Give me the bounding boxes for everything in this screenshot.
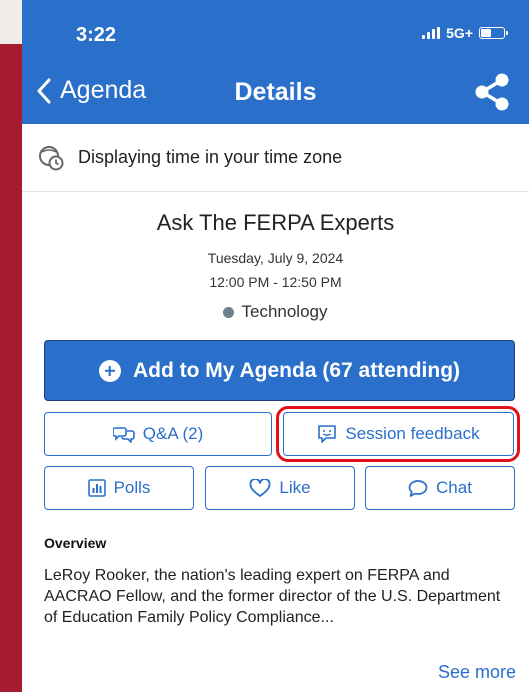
back-label: Agenda xyxy=(60,76,147,104)
chat-label: Chat xyxy=(436,478,472,497)
clock-icon xyxy=(39,145,64,170)
chat-bubbles-icon xyxy=(112,427,135,443)
network-label: 5G+ xyxy=(446,25,473,41)
session-time: 12:00 PM - 12:50 PM xyxy=(209,274,342,290)
chat-bubble-icon xyxy=(408,479,428,497)
overview-heading: Overview xyxy=(44,535,107,551)
back-button[interactable]: Agenda xyxy=(36,76,146,105)
battery-icon xyxy=(479,27,508,39)
track-label: Technology xyxy=(241,302,328,321)
heart-icon xyxy=(250,478,271,497)
signal-icon xyxy=(422,27,441,39)
like-button[interactable]: Like xyxy=(205,466,355,510)
share-icon xyxy=(475,73,509,111)
session-date: Tuesday, July 9, 2024 xyxy=(207,250,344,266)
session-title: Ask The FERPA Experts xyxy=(156,210,395,235)
session-track: Technology xyxy=(22,302,529,322)
chat-button[interactable]: Chat xyxy=(365,466,515,510)
like-label: Like xyxy=(279,478,311,497)
status-time: 3:22 xyxy=(76,24,117,46)
brand-stripe xyxy=(0,44,22,692)
app-header: 3:22 5G+ Agenda Details xyxy=(22,0,529,124)
qa-button[interactable]: Q&A (2) xyxy=(44,412,272,456)
add-to-agenda-label: Add to My Agenda (67 attending) xyxy=(132,358,461,382)
timezone-notice: Displaying time in your time zone xyxy=(22,124,529,192)
polls-button[interactable]: Polls xyxy=(44,466,194,510)
see-more-link[interactable]: See more xyxy=(438,662,516,683)
background-left xyxy=(0,0,22,692)
qa-label: Q&A (2) xyxy=(142,424,204,443)
polls-label: Polls xyxy=(113,478,151,497)
plus-circle-icon xyxy=(98,359,121,382)
bar-chart-icon xyxy=(87,479,106,497)
status-indicators: 5G+ xyxy=(422,25,508,41)
track-dot-icon xyxy=(223,306,235,318)
add-to-agenda-button[interactable]: Add to My Agenda (67 attending) xyxy=(44,340,515,401)
timezone-text: Displaying time in your time zone xyxy=(78,147,343,167)
highlight-annotation xyxy=(276,406,520,462)
page-title: Details xyxy=(234,78,317,106)
phone-screen: 3:22 5G+ Agenda Details Displaying time … xyxy=(22,0,529,692)
overview-text: LeRoy Rooker, the nation's leading exper… xyxy=(44,567,501,626)
chevron-left-icon xyxy=(37,78,51,103)
share-button[interactable] xyxy=(473,72,511,117)
